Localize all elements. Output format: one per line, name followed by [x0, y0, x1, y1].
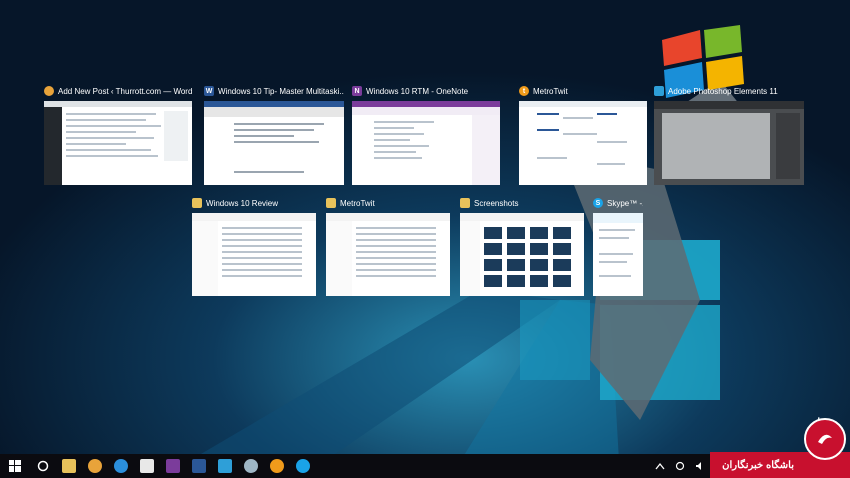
- folder-icon: [192, 198, 202, 208]
- window-title: MetroTwit: [533, 86, 568, 96]
- word-icon: [192, 459, 206, 473]
- tray-chevron[interactable]: [650, 454, 670, 478]
- window-title: MetroTwit: [340, 198, 375, 208]
- window-title-bar: S Skype™ -...: [593, 196, 643, 210]
- window-title: Windows 10 RTM - OneNote: [366, 86, 469, 96]
- photoshop-elements-icon: [218, 459, 232, 473]
- start-button[interactable]: [0, 454, 30, 478]
- window-title-bar: Screenshots: [460, 196, 584, 210]
- chrome-icon: [44, 86, 54, 96]
- word-icon: W: [204, 86, 214, 96]
- watermark-logo: [804, 418, 846, 460]
- task-view-window-skype[interactable]: S Skype™ -...: [593, 196, 643, 296]
- window-thumbnail: [519, 101, 647, 185]
- window-thumbnail: [204, 101, 344, 185]
- task-view-window-explorer-screenshots[interactable]: Screenshots: [460, 196, 584, 296]
- task-view-window-chrome[interactable]: Add New Post ‹ Thurrott.com — WordP...: [44, 84, 192, 185]
- search-icon: [37, 460, 49, 472]
- file-explorer-icon: [62, 459, 76, 473]
- search-button[interactable]: [30, 454, 56, 478]
- onenote-icon: [166, 459, 180, 473]
- task-view-window-word[interactable]: W Windows 10 Tip- Master Multitaski...: [204, 84, 344, 185]
- window-thumbnail: [654, 101, 804, 185]
- tray-volume[interactable]: [690, 454, 710, 478]
- window-thumbnail: [460, 213, 584, 296]
- tray-sync[interactable]: [670, 454, 690, 478]
- window-title: Adobe Photoshop Elements 11: [668, 86, 778, 96]
- taskbar-word[interactable]: [186, 454, 212, 478]
- window-title: Windows 10 Review: [206, 198, 279, 208]
- photoshop-elements-icon: [654, 86, 664, 96]
- taskbar-chrome[interactable]: [82, 454, 108, 478]
- chevron-up-icon: [655, 462, 665, 470]
- store-icon: [140, 459, 154, 473]
- window-title: Add New Post ‹ Thurrott.com — WordP...: [58, 86, 192, 96]
- window-thumbnail: [44, 101, 192, 185]
- window-title-bar: W Windows 10 Tip- Master Multitaski...: [204, 84, 344, 98]
- taskbar-photoshop-elements[interactable]: [212, 454, 238, 478]
- window-title: Skype™ -...: [607, 198, 643, 208]
- task-view-window-explorer-metrotwit[interactable]: MetroTwit: [326, 196, 450, 296]
- task-view-window-photoshop[interactable]: Adobe Photoshop Elements 11: [654, 84, 804, 185]
- window-title: Windows 10 Tip- Master Multitaski...: [218, 86, 344, 96]
- window-title-bar: Add New Post ‹ Thurrott.com — WordP...: [44, 84, 192, 98]
- window-thumbnail: [352, 101, 500, 185]
- taskbar-metrotwit[interactable]: [264, 454, 290, 478]
- window-title-bar: Windows 10 Review: [192, 196, 316, 210]
- taskbar-network-app[interactable]: [238, 454, 264, 478]
- skype-icon: S: [593, 198, 603, 208]
- folder-icon: [460, 198, 470, 208]
- taskbar-file-explorer[interactable]: [56, 454, 82, 478]
- skype-icon: [296, 459, 310, 473]
- window-thumbnail: [326, 213, 450, 296]
- start-icon: [9, 460, 21, 472]
- sync-icon: [675, 461, 685, 471]
- edge-icon: [114, 459, 128, 473]
- chrome-icon: [88, 459, 102, 473]
- task-view-window-metrotwit[interactable]: t MetroTwit: [519, 84, 647, 185]
- window-thumbnail: [593, 213, 643, 296]
- taskbar-onenote[interactable]: [160, 454, 186, 478]
- window-thumbnail: [192, 213, 316, 296]
- window-title: Screenshots: [474, 198, 519, 208]
- volume-icon: [696, 462, 701, 470]
- taskbar-edge[interactable]: [108, 454, 134, 478]
- taskbar-store[interactable]: [134, 454, 160, 478]
- folder-icon: [326, 198, 336, 208]
- onenote-icon: N: [352, 86, 362, 96]
- window-title-bar: t MetroTwit: [519, 84, 647, 98]
- watermark-text: باشگاه خبرنگاران: [722, 459, 794, 471]
- network-globe-icon: [244, 459, 258, 473]
- task-view-window-onenote[interactable]: N Windows 10 RTM - OneNote: [352, 84, 500, 185]
- window-title-bar: MetroTwit: [326, 196, 450, 210]
- task-view-window-explorer-review[interactable]: Windows 10 Review: [192, 196, 316, 296]
- metrotwit-icon: t: [519, 86, 529, 96]
- metrotwit-icon: [270, 459, 284, 473]
- news-agency-logo-icon: [818, 434, 832, 444]
- window-title-bar: N Windows 10 RTM - OneNote: [352, 84, 500, 98]
- taskbar-skype[interactable]: [290, 454, 316, 478]
- window-title-bar: Adobe Photoshop Elements 11: [654, 84, 804, 98]
